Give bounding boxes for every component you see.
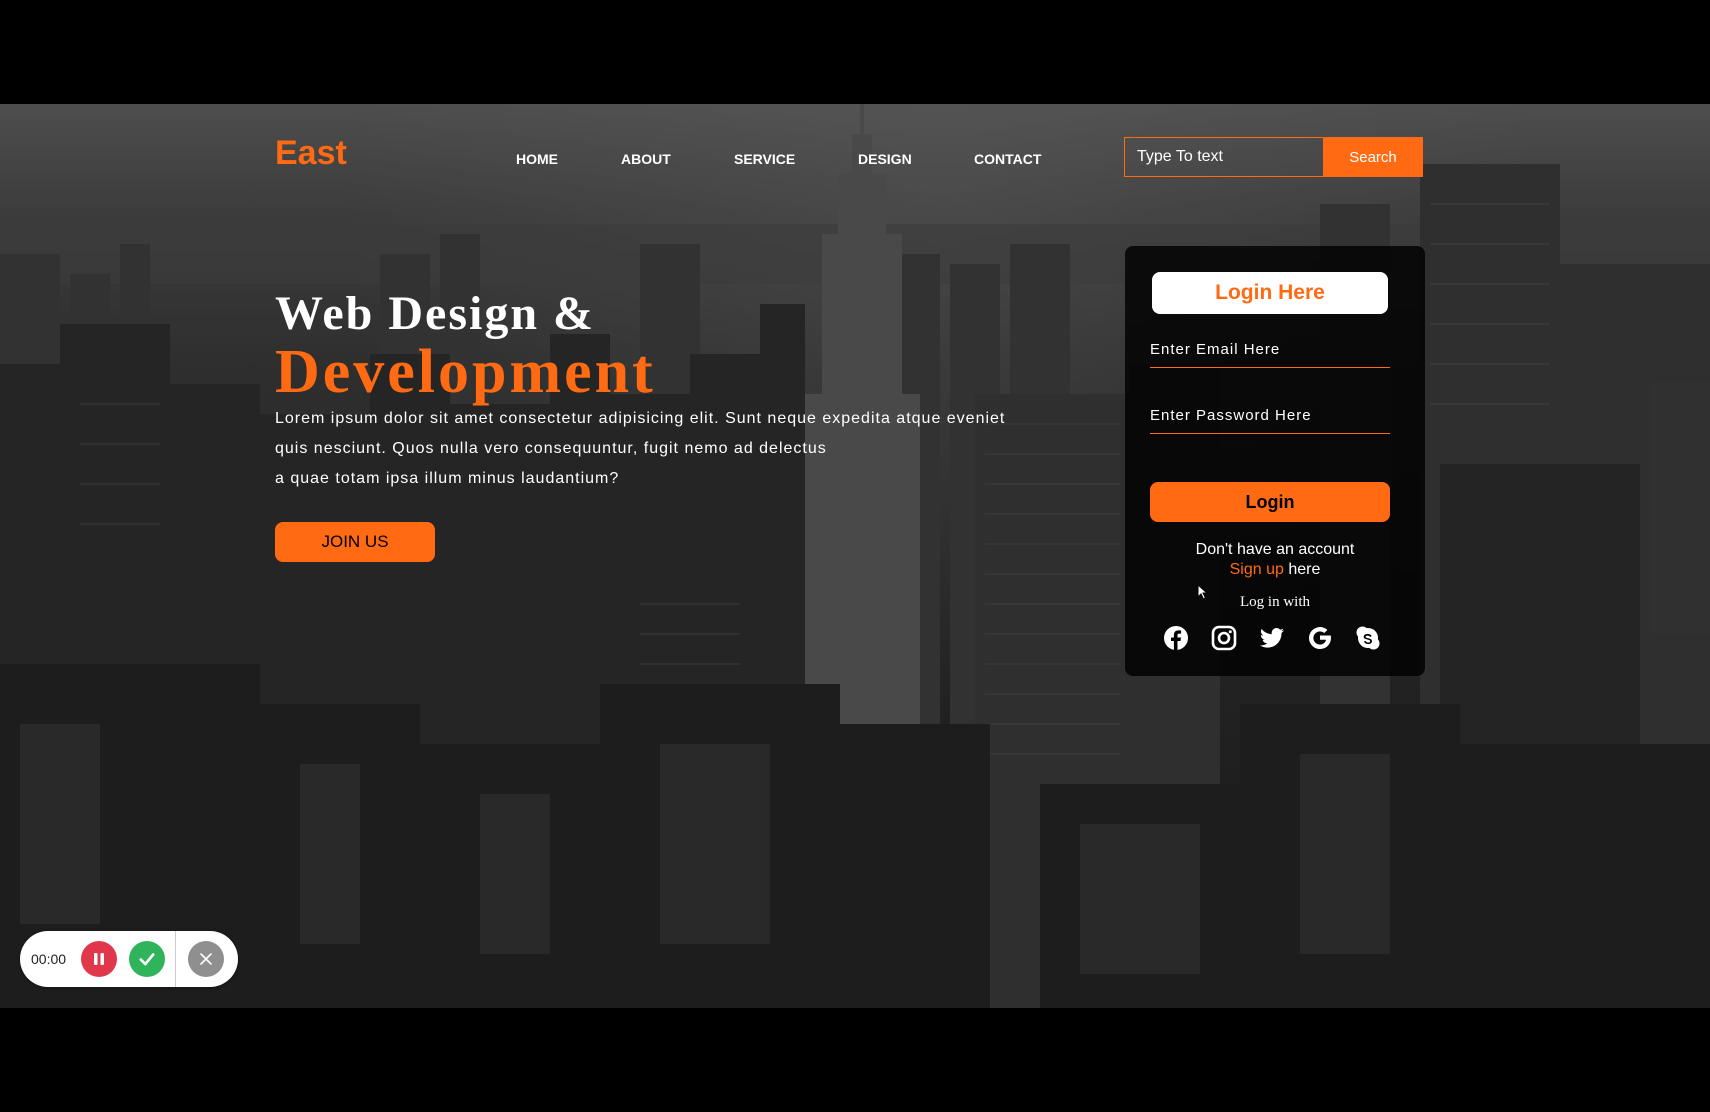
toolbar-divider [175,931,176,987]
hero-title-line1: Web Design & [275,287,596,340]
hero-background: East HOME ABOUT SERVICE DESIGN CONTACT S… [0,104,1710,1008]
hero-paragraph-line: quis nesciunt. Quos nulla vero consequun… [275,440,827,457]
signup-link[interactable]: Sign up [1230,561,1284,578]
facebook-icon[interactable] [1163,625,1189,651]
pause-icon [94,953,104,965]
email-field[interactable] [1150,332,1390,368]
nav-service[interactable]: SERVICE [734,151,858,167]
close-icon [200,953,212,965]
finish-button[interactable] [129,941,165,977]
search-button[interactable]: Search [1323,137,1423,177]
hero-title-line2: Development [275,338,656,406]
social-login-icons [1163,625,1381,651]
mouse-cursor-icon [1197,584,1209,600]
login-button[interactable]: Login [1150,482,1390,522]
signup-line: Sign up here [1125,560,1425,580]
nav-design[interactable]: DESIGN [858,151,974,167]
nav-home[interactable]: HOME [516,151,621,167]
nav-about[interactable]: ABOUT [621,151,734,167]
login-card: Login Here Login Don't have an account S… [1125,246,1425,676]
search-input[interactable] [1124,137,1323,177]
site-logo[interactable]: East [275,134,347,173]
check-icon [139,953,155,966]
hero-paragraph-line: a quae totam ipsa illum minus laudantium… [275,470,620,487]
pause-button[interactable] [81,941,117,977]
hero-paragraph: Lorem ipsum dolor sit amet consectetur a… [275,404,1055,494]
signup-prompt: Don't have an account Sign up here [1125,540,1425,580]
search-bar: Search [1124,137,1425,177]
login-with-label: Log in with [1240,594,1310,610]
join-us-button[interactable]: JOIN US [275,522,435,562]
close-button[interactable] [188,941,224,977]
login-card-title: Login Here [1152,272,1388,314]
google-icon[interactable] [1307,625,1333,651]
password-field[interactable] [1150,398,1390,434]
signup-suffix: here [1283,561,1321,578]
hero-paragraph-line: Lorem ipsum dolor sit amet consectetur a… [275,410,1006,427]
recording-toolbar: 00:00 [20,931,238,987]
skype-icon[interactable] [1355,625,1381,651]
recording-timer: 00:00 [31,951,67,967]
instagram-icon[interactable] [1211,625,1237,651]
no-account-text: Don't have an account [1195,541,1355,558]
main-nav: HOME ABOUT SERVICE DESIGN CONTACT [516,151,1041,167]
twitter-icon[interactable] [1259,625,1285,651]
hero-section: Web Design & Development Lorem ipsum dol… [275,286,1055,562]
nav-contact[interactable]: CONTACT [974,151,1041,167]
